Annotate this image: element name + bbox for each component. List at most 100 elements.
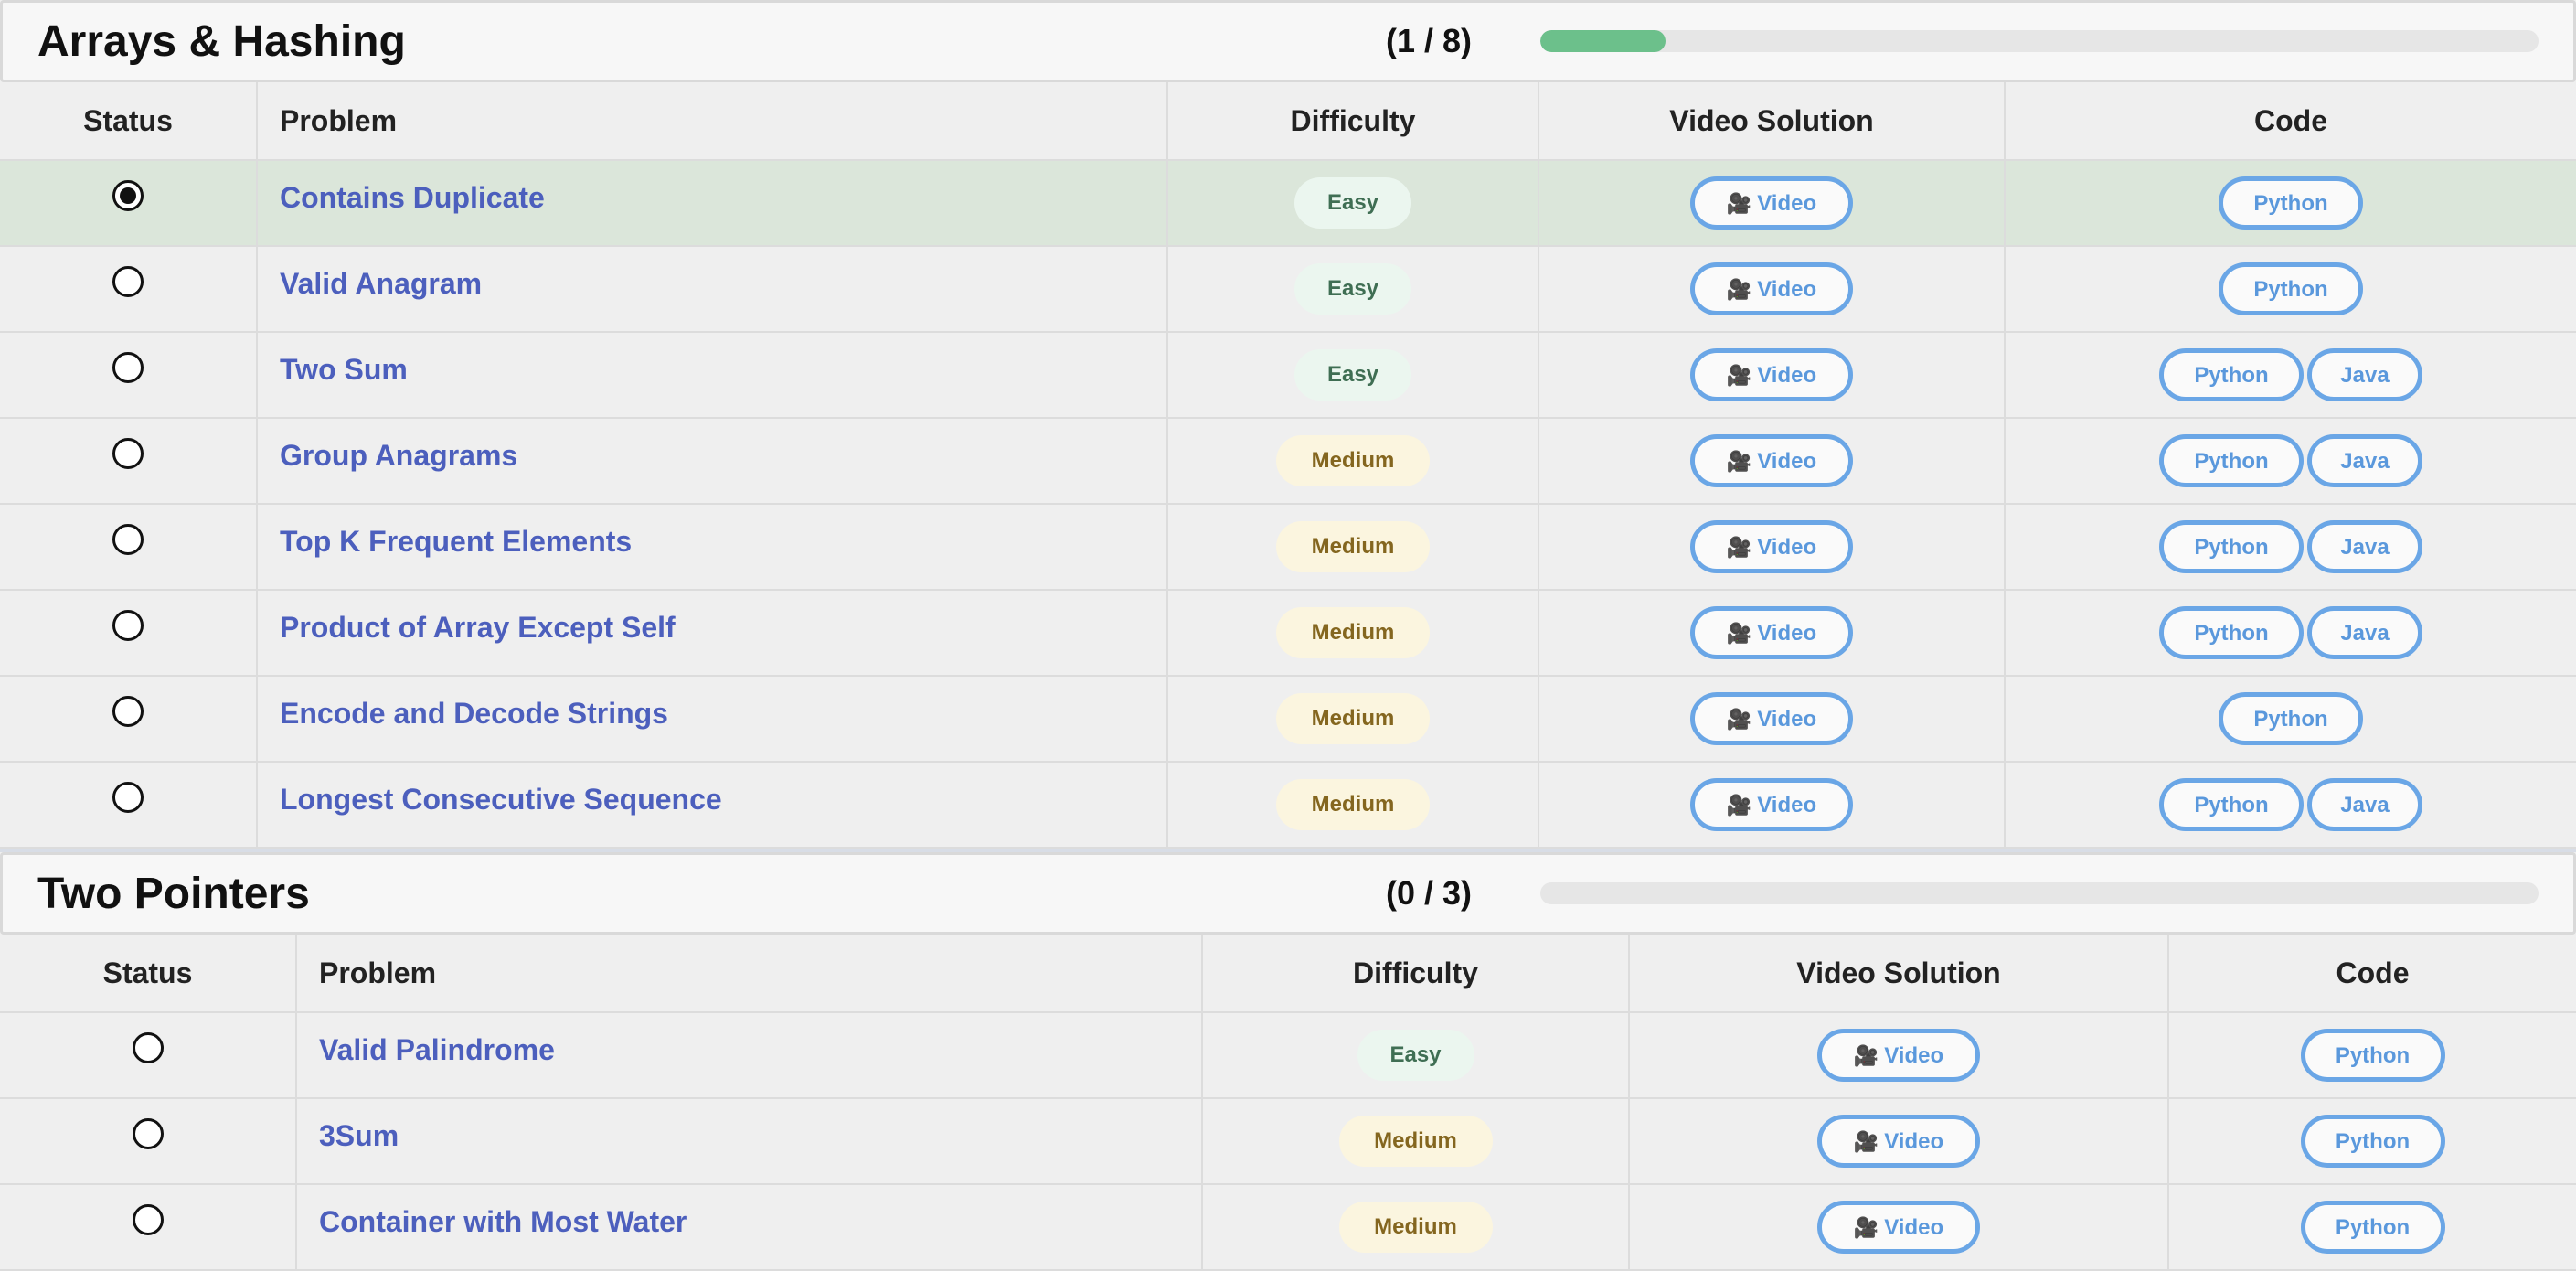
difficulty-cell: Easy (1202, 1012, 1630, 1099)
code-cell: Python Java (2005, 418, 2576, 505)
code-cell: Python (2005, 246, 2576, 333)
code-python-button[interactable]: Python (2219, 262, 2363, 315)
video-label: Video (1757, 621, 1817, 646)
video-button[interactable]: 🎥 Video (1690, 778, 1853, 831)
problem-link[interactable]: Group Anagrams (280, 439, 517, 472)
code-python-button[interactable]: Python (2159, 606, 2304, 659)
problem-cell: 3Sum (296, 1098, 1203, 1185)
status-radio[interactable] (112, 781, 144, 813)
code-python-button[interactable]: Python (2159, 778, 2304, 831)
difficulty-cell: Easy (1167, 332, 1539, 419)
video-button[interactable]: 🎥 Video (1690, 606, 1853, 659)
status-radio[interactable] (112, 695, 144, 727)
code-cell: Python (2005, 160, 2576, 247)
column-header-difficulty: Difficulty (1202, 935, 1630, 1013)
video-label: Video (1757, 191, 1817, 216)
video-button[interactable]: 🎥 Video (1690, 434, 1853, 487)
video-button[interactable]: 🎥 Video (1817, 1201, 1980, 1254)
video-cell: 🎥 Video (1629, 1184, 2169, 1271)
code-python-button[interactable]: Python (2300, 1029, 2445, 1082)
code-python-button[interactable]: Python (2219, 176, 2363, 230)
column-header-video: Video Solution (1538, 82, 2006, 161)
problem-cell: Valid Palindrome (296, 1012, 1203, 1099)
status-cell (0, 504, 258, 591)
section-two-pointers: Two Pointers (0 / 3) Status Problem Diff… (0, 852, 2576, 1271)
code-java-button[interactable]: Java (2307, 778, 2422, 831)
movie-camera-icon: 🎥 (1726, 364, 1752, 387)
code-python-button[interactable]: Python (2300, 1115, 2445, 1168)
problem-cell: Product of Array Except Self (257, 590, 1168, 677)
problem-link[interactable]: 3Sum (319, 1119, 399, 1152)
code-java-button[interactable]: Java (2307, 434, 2422, 487)
status-radio[interactable] (112, 351, 144, 383)
status-radio[interactable] (132, 1031, 164, 1063)
section-progress-count: (1 / 8) (1385, 22, 1473, 59)
code-python-button[interactable]: Python (2159, 520, 2304, 573)
video-label: Video (1757, 363, 1817, 388)
video-button[interactable]: 🎥 Video (1690, 348, 1853, 401)
difficulty-badge: Medium (1338, 1116, 1493, 1167)
video-cell: 🎥 Video (1629, 1098, 2169, 1185)
movie-camera-icon: 🎥 (1853, 1044, 1879, 1067)
status-radio[interactable] (132, 1203, 164, 1235)
problem-link[interactable]: Product of Array Except Self (280, 611, 676, 644)
status-cell (0, 160, 258, 247)
status-radio[interactable] (132, 1117, 164, 1149)
code-python-button[interactable]: Python (2300, 1201, 2445, 1254)
status-radio[interactable] (112, 609, 144, 641)
table-row: 3Sum Medium 🎥 Video Python (0, 1098, 2576, 1185)
status-radio[interactable] (112, 265, 144, 297)
code-java-button[interactable]: Java (2307, 348, 2422, 401)
problem-link[interactable]: Contains Duplicate (280, 181, 545, 214)
section-header[interactable]: Two Pointers (0 / 3) (0, 852, 2576, 935)
difficulty-badge: Easy (1294, 263, 1411, 315)
video-label: Video (1884, 1215, 1944, 1240)
problem-link[interactable]: Valid Palindrome (319, 1033, 555, 1066)
problem-cell: Container with Most Water (296, 1184, 1203, 1271)
difficulty-badge: Medium (1276, 693, 1430, 744)
video-cell: 🎥 Video (1538, 762, 2006, 849)
problem-link[interactable]: Valid Anagram (280, 267, 482, 300)
status-radio[interactable] (112, 523, 144, 555)
problem-cell: Contains Duplicate (257, 160, 1168, 247)
section-title: Two Pointers (37, 869, 310, 918)
status-radio[interactable] (112, 437, 144, 469)
problem-link[interactable]: Two Sum (280, 353, 408, 386)
section-header[interactable]: Arrays & Hashing (1 / 8) (0, 0, 2576, 82)
table-row: Contains Duplicate Easy 🎥 Video Python (0, 160, 2576, 247)
problem-link[interactable]: Encode and Decode Strings (280, 697, 668, 730)
problem-link[interactable]: Top K Frequent Elements (280, 525, 632, 558)
problem-link[interactable]: Longest Consecutive Sequence (280, 783, 722, 816)
problem-cell: Encode and Decode Strings (257, 676, 1168, 763)
table-row: Product of Array Except Self Medium 🎥 Video… (0, 590, 2576, 677)
table-row: Longest Consecutive Sequence Medium 🎥 Video… (0, 762, 2576, 849)
code-java-button[interactable]: Java (2307, 606, 2422, 659)
status-radio[interactable] (112, 179, 144, 211)
code-python-button[interactable]: Python (2219, 692, 2363, 745)
difficulty-cell: Medium (1167, 504, 1539, 591)
code-cell: Python (2168, 1012, 2576, 1099)
problem-cell: Two Sum (257, 332, 1168, 419)
video-cell: 🎥 Video (1538, 332, 2006, 419)
status-cell (0, 1098, 297, 1185)
video-label: Video (1757, 707, 1817, 732)
status-cell (0, 418, 258, 505)
video-button[interactable]: 🎥 Video (1817, 1029, 1980, 1082)
problem-cell: Valid Anagram (257, 246, 1168, 333)
code-python-button[interactable]: Python (2159, 434, 2304, 487)
video-button[interactable]: 🎥 Video (1690, 262, 1853, 315)
video-button[interactable]: 🎥 Video (1690, 520, 1853, 573)
video-button[interactable]: 🎥 Video (1817, 1115, 1980, 1168)
video-button[interactable]: 🎥 Video (1690, 176, 1853, 230)
problem-table: Status Problem Difficulty Video Solution… (0, 935, 2576, 1271)
difficulty-cell: Medium (1167, 590, 1539, 677)
code-java-button[interactable]: Java (2307, 520, 2422, 573)
code-python-button[interactable]: Python (2159, 348, 2304, 401)
status-cell (0, 1184, 297, 1271)
movie-camera-icon: 🎥 (1853, 1130, 1879, 1153)
problem-link[interactable]: Container with Most Water (319, 1205, 687, 1238)
video-label: Video (1757, 535, 1817, 560)
video-label: Video (1757, 277, 1817, 302)
status-cell (0, 246, 258, 333)
video-button[interactable]: 🎥 Video (1690, 692, 1853, 745)
